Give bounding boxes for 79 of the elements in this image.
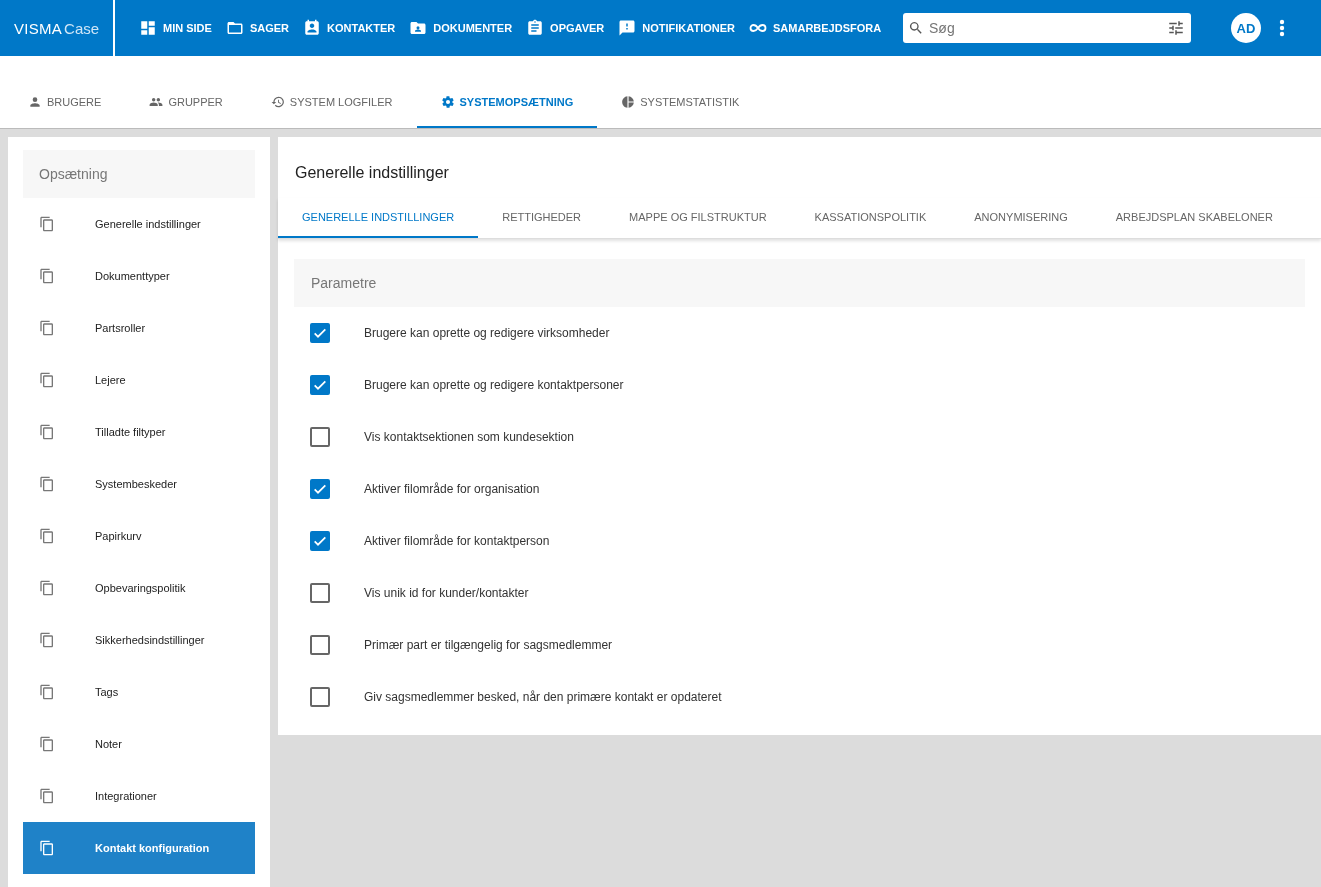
copy-icon: [39, 320, 55, 336]
more-menu-icon[interactable]: [1279, 19, 1285, 37]
admin-tab[interactable]: SYSTEMSTATISTIK: [597, 78, 764, 128]
option-label: Primær part er tilgængelig for sagsmedlemmer: [364, 638, 613, 652]
nav-link[interactable]: MIN SIDE: [139, 19, 212, 37]
copy-icon: [39, 528, 55, 544]
nav-link[interactable]: OPGAVER: [526, 19, 605, 37]
clipboard-icon: [526, 19, 545, 37]
person-icon: [28, 95, 42, 109]
settings-tab[interactable]: ARBEJDSPLAN SKABELONER: [1091, 198, 1297, 238]
checkbox[interactable]: [310, 635, 330, 655]
checkbox[interactable]: [310, 427, 330, 447]
copy-icon: [39, 632, 55, 648]
settings-tab[interactable]: KASSATIONSPOLITIK: [790, 198, 951, 238]
contact-icon: [303, 19, 322, 37]
copy-icon: [39, 424, 55, 440]
folder-icon: [225, 19, 244, 37]
nav-link[interactable]: SAGER: [225, 19, 290, 37]
settings-tab[interactable]: ANONYMISERING: [950, 198, 1092, 238]
settings-tab[interactable]: GENERELLE INDSTILLINGER: [278, 198, 479, 238]
sidebar-item[interactable]: Opbevaringspolitik: [23, 562, 255, 614]
search-icon: [908, 20, 924, 36]
nav-link[interactable]: NOTIFIKATIONER: [618, 19, 735, 37]
checkbox[interactable]: [310, 323, 330, 343]
nav-link[interactable]: SAMARBEJDSFORA: [749, 19, 882, 37]
copy-icon: [39, 268, 55, 284]
pie-icon: [621, 95, 636, 109]
card-title: Generelle indstillinger: [294, 163, 450, 182]
option-label: Brugere kan oprette og redigere kontaktpersoner: [364, 378, 624, 392]
settings-tab[interactable]: MAPPE OG FILSTRUKTUR: [605, 198, 791, 238]
copy-icon: [39, 476, 55, 492]
sidebar-item[interactable]: Partsroller: [23, 302, 255, 354]
admin-tab[interactable]: SYSTEM LOGFILER: [246, 78, 417, 128]
sidebar-item[interactable]: Kontakt konfiguration: [23, 822, 255, 874]
sidebar-item[interactable]: Tags: [23, 666, 255, 718]
option-label: Brugere kan oprette og redigere virksomheder: [364, 326, 610, 340]
alert-icon: [618, 19, 637, 37]
copy-icon: [39, 216, 55, 232]
user-avatar[interactable]: AD: [1231, 13, 1261, 43]
sidebar-item[interactable]: Dokumenttyper: [23, 250, 255, 302]
admin-tab[interactable]: BRUGERE: [4, 78, 126, 128]
copy-icon: [39, 580, 55, 596]
sidebar-item[interactable]: Tilladte filtyper: [23, 406, 255, 458]
section-header: Parametre: [294, 259, 1305, 307]
filter-sliders-icon[interactable]: [1167, 19, 1185, 37]
copy-icon: [39, 840, 55, 856]
option-label: Aktiver filområde for kontaktperson: [364, 534, 550, 548]
search-field[interactable]: Søg: [903, 13, 1191, 43]
admin-tab[interactable]: GRUPPER: [125, 78, 247, 128]
docfolder-icon: [409, 19, 428, 37]
checkbox[interactable]: [310, 531, 330, 551]
sidebar-item[interactable]: Lejere: [23, 354, 255, 406]
option-label: Giv sagsmedlemmer besked, når den primære kontakt er opdateret: [364, 690, 722, 704]
sidebar-item[interactable]: Papirkurv: [23, 510, 255, 562]
option-label: Vis unik id for kunder/kontakter: [364, 586, 529, 600]
checkbox[interactable]: [310, 375, 330, 395]
option-label: Vis kontaktsektionen som kundesektion: [364, 430, 574, 444]
nav-link[interactable]: KONTAKTER: [303, 19, 396, 37]
people-icon: [149, 95, 164, 109]
nav-link[interactable]: DOKUMENTER: [409, 19, 513, 37]
sidebar-item[interactable]: Sikkerhedsindstillinger: [23, 614, 255, 666]
history-icon: [270, 95, 285, 109]
copy-icon: [39, 788, 55, 804]
settings-tab[interactable]: RETTIGHEDER: [478, 198, 606, 238]
checkbox[interactable]: [310, 479, 330, 499]
copy-icon: [39, 372, 55, 388]
copy-icon: [39, 736, 55, 752]
dashboard-icon: [139, 19, 157, 37]
sidebar-item[interactable]: Noter: [23, 718, 255, 770]
option-label: Aktiver filområde for organisation: [364, 482, 540, 496]
copy-icon: [39, 684, 55, 700]
sidebar-item[interactable]: Systembeskeder: [23, 458, 255, 510]
checkbox[interactable]: [310, 583, 330, 603]
sidebar-item[interactable]: Integrationer: [23, 770, 255, 822]
admin-tab[interactable]: SYSTEMOPSÆTNING: [416, 78, 598, 128]
checkbox[interactable]: [310, 687, 330, 707]
settings-icon: [440, 95, 455, 109]
sidebar-item[interactable]: Generelle indstillinger: [23, 198, 255, 250]
sidebar-title: Opsætning: [23, 150, 255, 198]
